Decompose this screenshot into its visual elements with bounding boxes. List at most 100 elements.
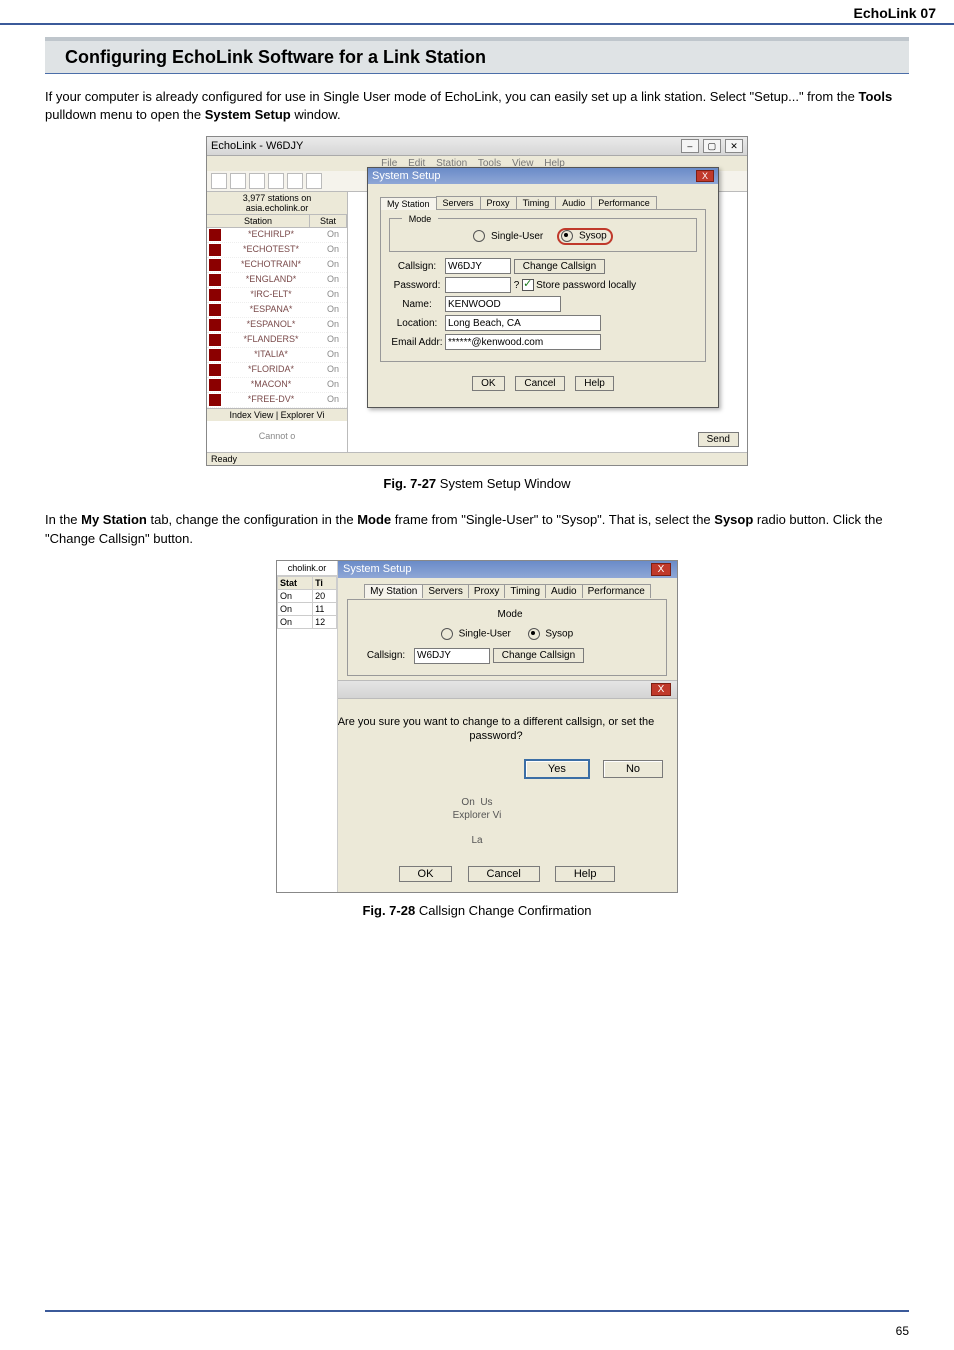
single-user-radio-2[interactable] xyxy=(441,628,453,640)
password-reveal[interactable]: ? xyxy=(514,280,520,291)
help-button-2[interactable]: Help xyxy=(555,866,616,882)
station-status: On xyxy=(319,393,347,407)
list-item[interactable]: *FLANDERS*On xyxy=(207,333,347,348)
station-status: On xyxy=(319,273,347,287)
minimize-icon[interactable]: – xyxy=(681,139,699,153)
change-callsign-button-2[interactable]: Change Callsign xyxy=(493,648,584,663)
help-button[interactable]: Help xyxy=(575,376,614,391)
close-button[interactable]: X xyxy=(651,563,671,576)
station-callsign: *ECHOTEST* xyxy=(223,243,319,257)
yes-button[interactable]: Yes xyxy=(524,759,590,779)
list-item[interactable]: *FLORIDA*On xyxy=(207,363,347,378)
tab-audio[interactable]: Audio xyxy=(555,196,592,209)
callsign-input[interactable] xyxy=(445,258,511,274)
list-item[interactable]: *ESPANOL*On xyxy=(207,318,347,333)
station-callsign: *ECHOTRAIN* xyxy=(223,258,319,272)
ok-button[interactable]: OK xyxy=(472,376,504,391)
no-button[interactable]: No xyxy=(603,760,663,778)
cancel-button-2[interactable]: Cancel xyxy=(468,866,540,882)
lower-on: On xyxy=(461,797,474,808)
email-input[interactable] xyxy=(445,334,601,350)
p1-d: System Setup xyxy=(205,107,291,122)
station-callsign: *ESPANA* xyxy=(223,303,319,317)
fig-7-28-label: Fig. 7-28 xyxy=(362,903,415,918)
toolbar-icon[interactable] xyxy=(211,173,227,189)
confirm-message: Are you sure you want to change to a dif… xyxy=(329,715,663,744)
maximize-icon[interactable]: ▢ xyxy=(703,139,721,153)
sysop-label: Sysop xyxy=(579,231,607,242)
tab-servers[interactable]: Servers xyxy=(436,196,481,209)
station-callsign: *FREE-DV* xyxy=(223,393,319,407)
list-item[interactable]: *ECHIRLP*On xyxy=(207,228,347,243)
window-buttons: – ▢ ✕ xyxy=(680,139,743,153)
toolbar-icon[interactable] xyxy=(306,173,322,189)
list-item[interactable]: *ECHOTRAIN*On xyxy=(207,258,347,273)
station-tabs[interactable]: Index View | Explorer Vi xyxy=(207,408,347,421)
tab-my-station[interactable]: My Station xyxy=(364,584,423,598)
setup-tabs-2: My StationServersProxyTimingAudioPerform… xyxy=(347,584,667,600)
name-input[interactable] xyxy=(445,296,561,312)
station-icon xyxy=(209,229,221,241)
list-item[interactable]: *IRC-ELT*On xyxy=(207,288,347,303)
tab-performance[interactable]: Performance xyxy=(582,584,651,598)
cancel-button[interactable]: Cancel xyxy=(515,376,564,391)
mode-frame: Mode Single-User Sysop xyxy=(389,218,697,252)
close-icon[interactable]: ✕ xyxy=(725,139,743,153)
close-button[interactable]: X xyxy=(696,170,714,182)
send-button[interactable]: Send xyxy=(698,432,739,447)
p1-b: Tools xyxy=(858,89,892,104)
list-rows: *ECHIRLP*On*ECHOTEST*On*ECHOTRAIN*On*ENG… xyxy=(207,228,347,408)
p2-f: Sysop xyxy=(714,512,753,527)
tab-proxy[interactable]: Proxy xyxy=(468,584,506,598)
echolink-main-window: EchoLink - W6DJY – ▢ ✕ File Edit Station… xyxy=(206,136,748,466)
toolbar-icon[interactable] xyxy=(230,173,246,189)
tab-proxy[interactable]: Proxy xyxy=(480,196,517,209)
change-callsign-button[interactable]: Change Callsign xyxy=(514,259,605,274)
lower-la: La xyxy=(287,835,667,846)
toolbar-icon[interactable] xyxy=(249,173,265,189)
station-icon xyxy=(209,289,221,301)
station-callsign: *MACON* xyxy=(223,378,319,392)
station-icon xyxy=(209,394,221,406)
single-user-label: Single-User xyxy=(491,231,543,242)
tab-audio[interactable]: Audio xyxy=(545,584,583,598)
fig-7-28-caption: Fig. 7-28 Callsign Change Confirmation xyxy=(45,903,909,918)
confirm-close-button[interactable]: X xyxy=(651,683,671,696)
left-header: cholink.or xyxy=(277,561,337,576)
list-item[interactable]: *ENGLAND*On xyxy=(207,273,347,288)
station-icon xyxy=(209,304,221,316)
list-item[interactable]: *ITALIA*On xyxy=(207,348,347,363)
tab-timing[interactable]: Timing xyxy=(516,196,557,209)
tab-timing[interactable]: Timing xyxy=(504,584,546,598)
list-item[interactable]: *FREE-DV*On xyxy=(207,393,347,408)
col-station[interactable]: Station xyxy=(207,215,310,227)
fig-7-27-text: System Setup Window xyxy=(436,476,570,491)
station-status: On xyxy=(319,228,347,242)
store-password-checkbox[interactable] xyxy=(522,279,534,291)
station-icon xyxy=(209,259,221,271)
list-item[interactable]: *ECHOTEST*On xyxy=(207,243,347,258)
station-status: On xyxy=(319,318,347,332)
ok-button-2[interactable]: OK xyxy=(399,866,453,882)
single-user-radio[interactable] xyxy=(473,230,485,242)
station-status: On xyxy=(319,303,347,317)
tab-servers[interactable]: Servers xyxy=(422,584,468,598)
toolbar-icon[interactable] xyxy=(268,173,284,189)
toolbar-icon[interactable] xyxy=(287,173,303,189)
station-status: On xyxy=(319,333,347,347)
callsign-input-2[interactable] xyxy=(414,648,490,664)
titlebar: EchoLink - W6DJY – ▢ ✕ xyxy=(207,137,747,156)
tab-my-station[interactable]: My Station xyxy=(380,197,437,210)
sysop-radio-2[interactable] xyxy=(528,628,540,640)
location-input[interactable] xyxy=(445,315,601,331)
page-number: 65 xyxy=(896,1324,909,1338)
list-item[interactable]: *MACON*On xyxy=(207,378,347,393)
tab-performance[interactable]: Performance xyxy=(591,196,657,209)
station-icon xyxy=(209,379,221,391)
password-input[interactable] xyxy=(445,277,511,293)
left-list-fragment: cholink.or Stat Ti On20 On11 On12 xyxy=(277,561,338,893)
col-stat[interactable]: Stat xyxy=(310,215,347,227)
sysop-radio[interactable] xyxy=(561,230,573,242)
station-count: 3,977 stations on asia.echolink.or xyxy=(207,192,347,215)
list-item[interactable]: *ESPANA*On xyxy=(207,303,347,318)
